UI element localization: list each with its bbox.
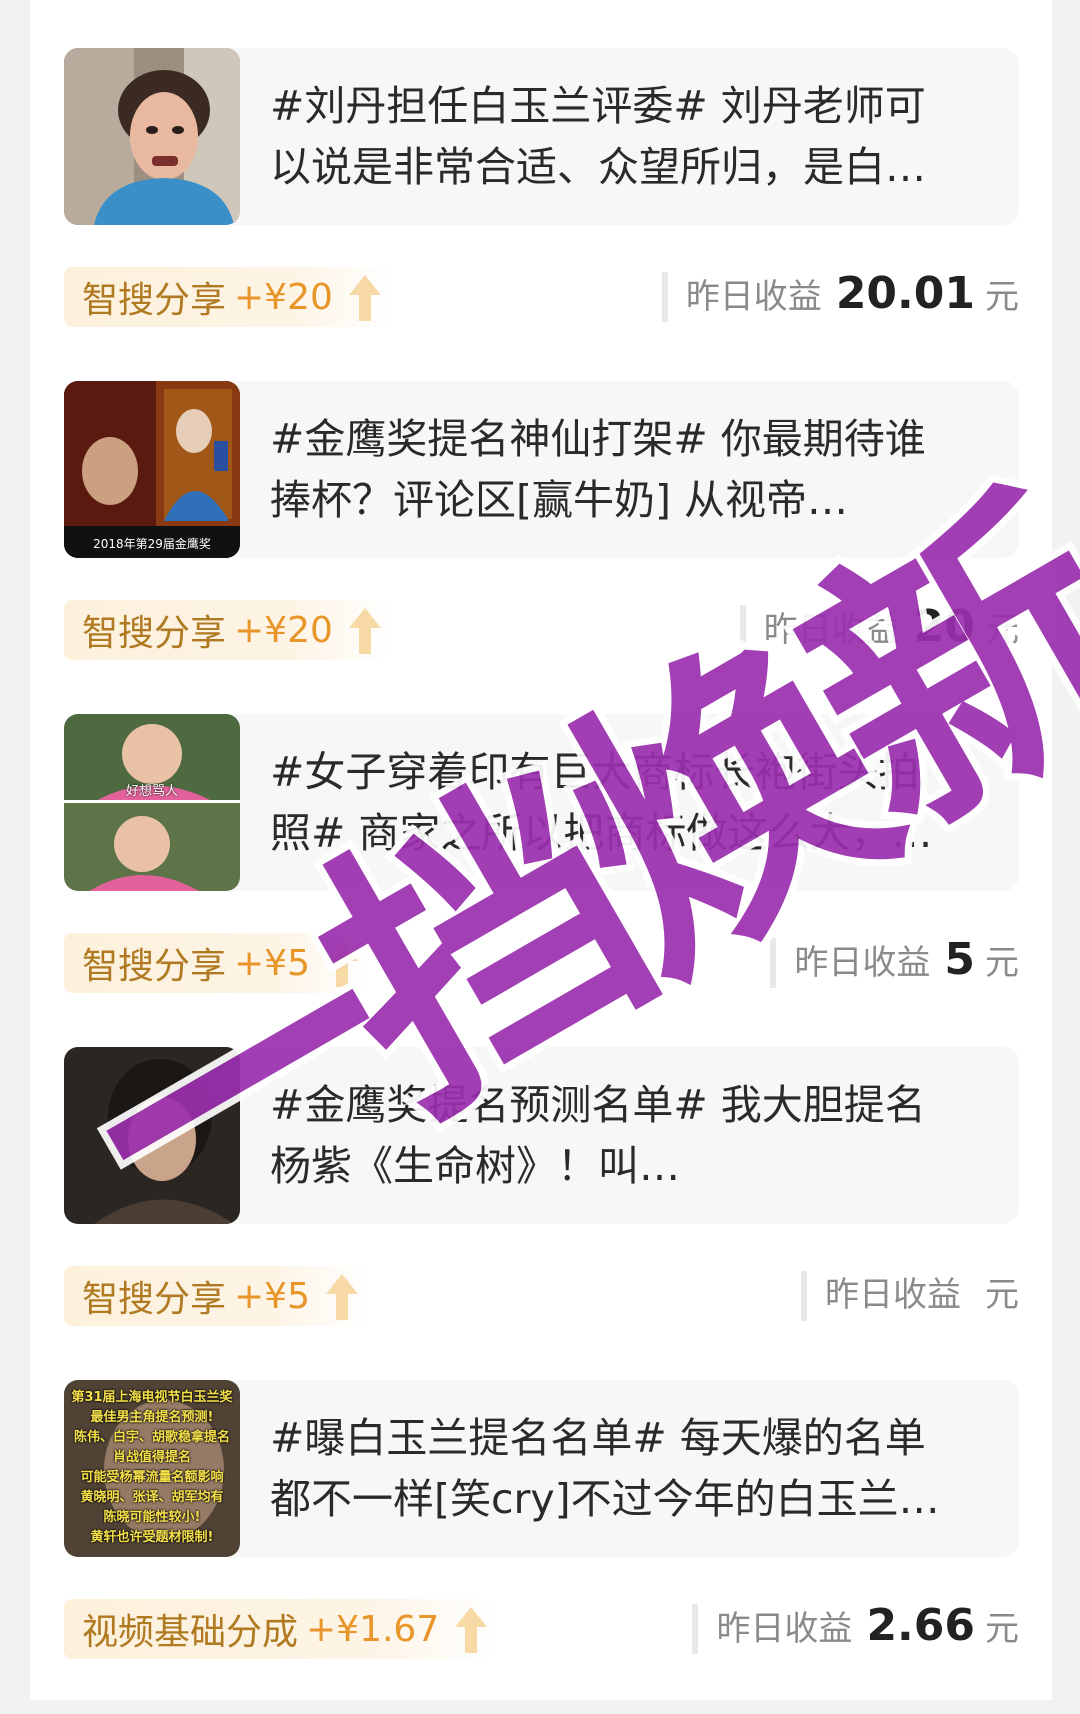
divider	[739, 605, 746, 655]
income-tag: 智搜分享 +¥5	[64, 933, 368, 993]
earnings-label: 昨日收益	[763, 610, 900, 650]
income-tag: 视频基础分成 +¥1.67	[64, 1599, 498, 1659]
post-title: #女子穿着印有巨大商标长袍街头拍 照# 商家之所以把商标做这么大，…	[270, 742, 990, 864]
post-title: #刘丹担任白玉兰评委# 刘丹老师可 以说是非常合适、众望所归，是白…	[270, 76, 990, 198]
thumbnail-image	[64, 714, 240, 891]
income-tag-label: 视频基础分成	[82, 1612, 299, 1653]
post-title-line2: 都不一样[笑cry]不过今年的白玉兰…	[270, 1475, 940, 1523]
income-tag: 智搜分享 +¥20	[64, 267, 391, 327]
earning-entry[interactable]: 2018年第29届金鹰奖 #金鹰奖提名神仙打架# 你最期待谁 捧杯？评论区[赢牛…	[64, 381, 1019, 715]
income-tag-amount: +¥5	[234, 942, 310, 984]
thumbnail-image	[64, 1047, 240, 1224]
post-thumbnail[interactable]: 第31届上海电视节白玉兰奖 最佳男主角提名预测! 陈伟、白宇、胡歌稳拿提名 肖战…	[64, 1380, 240, 1557]
earning-entry[interactable]: 好想骂人 #女子穿着印有巨大商标长袍街头拍 照# 商家之所以把商标做这么大，… …	[64, 714, 1019, 1048]
earnings-value: 5	[944, 934, 975, 985]
caption-line: 肖战值得提名	[112, 1450, 191, 1465]
income-tag-label: 智搜分享	[82, 613, 227, 654]
thumbnail-caption: 好想骂人	[125, 784, 178, 799]
income-tag-label: 智搜分享	[82, 946, 227, 987]
post-card[interactable]: 第31届上海电视节白玉兰奖 最佳男主角提名预测! 陈伟、白宇、胡歌稳拿提名 肖战…	[64, 1380, 1019, 1557]
thumbnail-image	[64, 48, 240, 225]
income-tag-amount: +¥1.67	[306, 1608, 440, 1650]
post-title-line2: 捧杯？评论区[赢牛奶] 从视帝…	[270, 476, 849, 524]
post-card[interactable]: 好想骂人 #女子穿着印有巨大商标长袍街头拍 照# 商家之所以把商标做这么大，…	[64, 714, 1019, 891]
post-title-line1: #金鹰奖提名预测名单# 我大胆提名	[270, 1081, 926, 1129]
arrow-up-icon	[348, 275, 381, 321]
caption-line: 陈晓可能性较小!	[103, 1510, 201, 1525]
arrow-up-icon	[348, 608, 381, 654]
income-tag: 智搜分享 +¥20	[64, 600, 391, 660]
caption-line: 最佳男主角提名预测!	[90, 1410, 214, 1425]
post-title-line1: #曝白玉兰提名名单# 每天爆的名单	[270, 1414, 926, 1462]
earnings-label: 昨日收益	[825, 1275, 961, 1315]
earnings-unit: 元	[985, 1275, 1019, 1315]
post-title-line1: #女子穿着印有巨大商标长袍街头拍	[270, 748, 920, 796]
earnings-label: 昨日收益	[716, 1609, 853, 1649]
post-thumbnail[interactable]	[64, 48, 240, 225]
earnings-label: 昨日收益	[685, 277, 822, 317]
income-tag-label: 智搜分享	[82, 1279, 227, 1320]
earning-entry[interactable]: #刘丹担任白玉兰评委# 刘丹老师可 以说是非常合适、众望所归，是白… 智搜分享 …	[64, 48, 1019, 382]
income-tag-amount: +¥20	[234, 276, 333, 318]
arrow-up-icon	[326, 1274, 358, 1320]
post-title-line1: #金鹰奖提名神仙打架# 你最期待谁	[270, 415, 926, 463]
yesterday-earnings: 昨日收益 5 元	[770, 934, 1019, 992]
caption-line: 黄轩也许受题材限制!	[90, 1530, 214, 1545]
earnings-label: 昨日收益	[794, 943, 931, 983]
post-title: #金鹰奖提名神仙打架# 你最期待谁 捧杯？评论区[赢牛奶] 从视帝…	[270, 409, 990, 531]
earning-entry[interactable]: #金鹰奖提名预测名单# 我大胆提名 杨紫《生命树》！叫… 智搜分享 +¥5 昨日…	[64, 1047, 1019, 1381]
post-title-line2: 照# 商家之所以把商标做这么大，…	[270, 809, 933, 857]
earning-entry[interactable]: 第31届上海电视节白玉兰奖 最佳男主角提名预测! 陈伟、白宇、胡歌稳拿提名 肖战…	[64, 1380, 1019, 1714]
earnings-value: 20.01	[835, 268, 975, 319]
post-thumbnail[interactable]	[64, 1047, 240, 1224]
yesterday-earnings: 昨日收益 元	[801, 1267, 1019, 1325]
income-tag-amount: +¥5	[234, 1275, 310, 1317]
caption-line: 第31届上海电视节白玉兰奖	[71, 1390, 233, 1405]
yesterday-earnings: 昨日收益 2.66 元	[692, 1600, 1019, 1658]
thumbnail-caption: 第31届上海电视节白玉兰奖 最佳男主角提名预测! 陈伟、白宇、胡歌稳拿提名 肖战…	[64, 1388, 240, 1548]
thumbnail-image	[64, 381, 240, 558]
thumbnail-caption: 2018年第29届金鹰奖	[93, 537, 211, 551]
post-thumbnail[interactable]: 2018年第29届金鹰奖	[64, 381, 240, 558]
income-tag: 智搜分享 +¥5	[64, 1266, 368, 1326]
post-card[interactable]: 2018年第29届金鹰奖 #金鹰奖提名神仙打架# 你最期待谁 捧杯？评论区[赢牛…	[64, 381, 1019, 558]
divider	[801, 1271, 807, 1321]
income-tag-label: 智搜分享	[82, 280, 227, 321]
caption-line: 可能受杨幂流量名额影响	[80, 1470, 224, 1485]
yesterday-earnings: 昨日收益 20 元	[739, 601, 1019, 659]
post-title: #曝白玉兰提名名单# 每天爆的名单 都不一样[笑cry]不过今年的白玉兰…	[270, 1408, 990, 1530]
arrow-up-icon	[455, 1607, 488, 1653]
arrow-up-icon	[326, 941, 358, 987]
post-title: #金鹰奖提名预测名单# 我大胆提名 杨紫《生命树》！叫…	[270, 1075, 990, 1197]
post-card[interactable]: #金鹰奖提名预测名单# 我大胆提名 杨紫《生命树》！叫…	[64, 1047, 1019, 1224]
post-card[interactable]: #刘丹担任白玉兰评委# 刘丹老师可 以说是非常合适、众望所归，是白…	[64, 48, 1019, 225]
earnings-unit: 元	[985, 610, 1019, 650]
post-title-line2: 杨紫《生命树》！叫…	[270, 1142, 680, 1190]
divider	[661, 272, 668, 322]
earnings-unit: 元	[985, 943, 1019, 983]
post-thumbnail[interactable]: 好想骂人	[64, 714, 240, 891]
divider	[692, 1604, 699, 1654]
post-title-line2: 以说是非常合适、众望所归，是白…	[270, 143, 926, 191]
post-title-line1: #刘丹担任白玉兰评委# 刘丹老师可	[270, 82, 926, 130]
caption-line: 黄晓明、张译、胡军均有	[80, 1490, 224, 1505]
earnings-value: 20	[913, 601, 975, 652]
earnings-unit: 元	[985, 277, 1019, 317]
divider	[770, 938, 777, 988]
earnings-value: 2.66	[866, 1600, 975, 1651]
caption-line: 陈伟、白宇、胡歌稳拿提名	[73, 1430, 230, 1445]
yesterday-earnings: 昨日收益 20.01 元	[661, 268, 1019, 326]
income-tag-amount: +¥20	[234, 609, 333, 651]
earnings-unit: 元	[985, 1609, 1019, 1649]
